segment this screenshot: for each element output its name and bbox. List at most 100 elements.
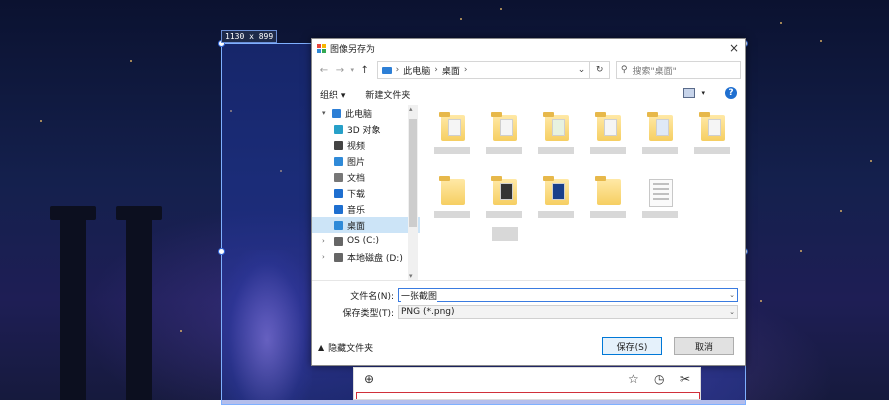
blurred-filename xyxy=(486,211,522,218)
tree-item-label: OS (C:) xyxy=(347,236,379,246)
file-type-value: PNG (*.png) xyxy=(401,307,455,317)
chevron-down-icon[interactable]: ⌄ xyxy=(729,291,735,299)
blurred-filename xyxy=(434,147,470,154)
folder-icon xyxy=(439,112,465,141)
star xyxy=(780,22,782,24)
chevron-down-icon: ⌄ xyxy=(729,308,735,316)
app-icon xyxy=(317,43,326,53)
hide-folders-label: 隐藏文件夹 xyxy=(328,343,374,354)
tree-item-4[interactable]: 文档 xyxy=(312,169,420,185)
tree-item-label: 下载 xyxy=(347,189,366,200)
scrollbar-thumb[interactable] xyxy=(409,119,417,227)
dialog-footer: ▲ 隐藏文件夹 保存(S) 取消 xyxy=(312,335,745,359)
search-icon: ⚲ xyxy=(620,65,628,75)
folder-icon xyxy=(543,112,569,141)
folder-item[interactable] xyxy=(484,112,524,169)
view-options[interactable]: ▾ xyxy=(683,88,705,98)
star-icon[interactable]: ☆ xyxy=(628,372,639,386)
folder-icon xyxy=(699,112,725,141)
folder-item[interactable] xyxy=(640,112,680,169)
star xyxy=(460,18,462,20)
organize-menu[interactable]: 组织 ▾ xyxy=(320,88,345,101)
tree-expander-icon[interactable]: › xyxy=(322,253,325,261)
cancel-button[interactable]: 取消 xyxy=(674,337,734,355)
folder-item[interactable] xyxy=(692,112,732,169)
zoom-search-icon[interactable]: ⊕ xyxy=(364,372,374,386)
tree-item-0[interactable]: ▾ 此电脑 xyxy=(312,105,420,121)
folder-icon xyxy=(595,176,621,205)
tree-item-9[interactable]: › 本地磁盘 (D:) xyxy=(312,249,420,265)
tree-item-5[interactable]: 下载 xyxy=(312,185,420,201)
pc-icon xyxy=(332,108,341,118)
new-folder-button[interactable]: 新建文件夹 xyxy=(365,88,410,101)
up-arrow-icon[interactable]: ↑ xyxy=(357,65,373,76)
search-placeholder: 搜索"桌面" xyxy=(632,66,677,77)
breadcrumb-this-pc[interactable]: 此电脑 xyxy=(403,64,430,77)
file-type-label: 保存类型(T): xyxy=(342,308,394,319)
chevron-down-icon[interactable]: ⌄ xyxy=(578,65,586,75)
scroll-down-icon[interactable]: ▾ xyxy=(409,272,413,280)
tree-item-3[interactable]: 图片 xyxy=(312,153,420,169)
folder-item[interactable] xyxy=(588,112,628,169)
file-type-select[interactable]: PNG (*.png) ⌄ xyxy=(398,305,738,319)
folder-item[interactable] xyxy=(588,176,628,233)
navigation-bar: ← → ▾ ↑ › 此电脑 › 桌面 › ⌄ ↻ ⚲ 搜索"桌面" xyxy=(312,57,745,83)
star xyxy=(800,250,802,252)
folder-item[interactable] xyxy=(536,112,576,169)
search-box[interactable]: ⚲ 搜索"桌面" xyxy=(615,61,741,79)
divider xyxy=(312,280,745,281)
chevron-up-icon: ▲ xyxy=(318,342,325,352)
address-bar[interactable]: › 此电脑 › 桌面 › ⌄ xyxy=(376,61,591,79)
file-name-value: 一张截图 xyxy=(401,288,438,302)
folder-item[interactable] xyxy=(484,176,524,241)
navigation-tree: ▾ 此电脑 3D 对象视频 图片 文档下载 音乐 桌面 › OS (C:) › 本地磁盘 (D:) xyxy=(312,105,420,280)
folder-item[interactable] xyxy=(432,112,472,169)
refresh-icon[interactable]: ↻ xyxy=(590,61,610,79)
drive-icon xyxy=(334,252,343,262)
tree-item-label: 3D 对象 xyxy=(347,125,381,136)
hide-folders-toggle[interactable]: ▲ 隐藏文件夹 xyxy=(318,341,373,354)
tree-item-2[interactable]: 视频 xyxy=(312,137,420,153)
document-item[interactable] xyxy=(640,177,680,233)
save-button[interactable]: 保存(S) xyxy=(602,337,662,355)
close-icon[interactable]: × xyxy=(729,41,739,55)
tree-item-label: 视频 xyxy=(347,141,366,152)
star xyxy=(40,120,42,122)
resize-handle[interactable] xyxy=(218,248,225,255)
scroll-up-icon[interactable]: ▴ xyxy=(409,105,413,113)
dialog-titlebar: 图像另存为 × xyxy=(312,39,745,57)
tree-item-label: 此电脑 xyxy=(345,109,373,120)
help-icon[interactable]: ? xyxy=(725,87,737,99)
breadcrumb-desktop[interactable]: 桌面 xyxy=(442,64,460,77)
folder-icon xyxy=(491,176,517,205)
chevron-down-icon: ▾ xyxy=(701,89,705,97)
folder-item[interactable] xyxy=(432,176,472,233)
tools-icon[interactable]: ✂ xyxy=(680,372,690,386)
forward-arrow-icon[interactable]: → xyxy=(332,65,348,76)
tree-item-1[interactable]: 3D 对象 xyxy=(312,121,420,137)
dialog-title: 图像另存为 xyxy=(330,44,376,55)
file-name-input[interactable]: 一张截图 ⌄ xyxy=(398,288,738,302)
star xyxy=(130,60,132,62)
breadcrumb-separator: › xyxy=(434,65,438,75)
recent-dropdown-icon[interactable]: ▾ xyxy=(348,66,357,74)
file-type-row: 保存类型(T): PNG (*.png) ⌄ xyxy=(312,304,738,320)
folder-item[interactable] xyxy=(536,176,576,233)
back-arrow-icon[interactable]: ← xyxy=(316,65,332,76)
tree-expander-icon[interactable]: › xyxy=(322,237,325,245)
tree-expander-icon[interactable]: ▾ xyxy=(322,109,326,117)
download-icon xyxy=(334,188,343,198)
tree-scrollbar[interactable]: ▴ ▾ xyxy=(408,105,418,280)
tree-item-8[interactable]: › OS (C:) xyxy=(312,233,420,249)
tree-item-7[interactable]: 桌面 xyxy=(312,217,420,233)
tree-item-6[interactable]: 音乐 xyxy=(312,201,420,217)
blurred-filename xyxy=(538,147,574,154)
pc-icon xyxy=(381,66,392,74)
clock-icon[interactable]: ◷ xyxy=(654,372,664,386)
blurred-filename xyxy=(694,147,730,154)
red-frame xyxy=(356,392,700,399)
tree-item-label: 本地磁盘 (D:) xyxy=(347,253,403,264)
folder-icon xyxy=(543,176,569,205)
star xyxy=(760,300,762,302)
view-icon xyxy=(683,88,696,98)
